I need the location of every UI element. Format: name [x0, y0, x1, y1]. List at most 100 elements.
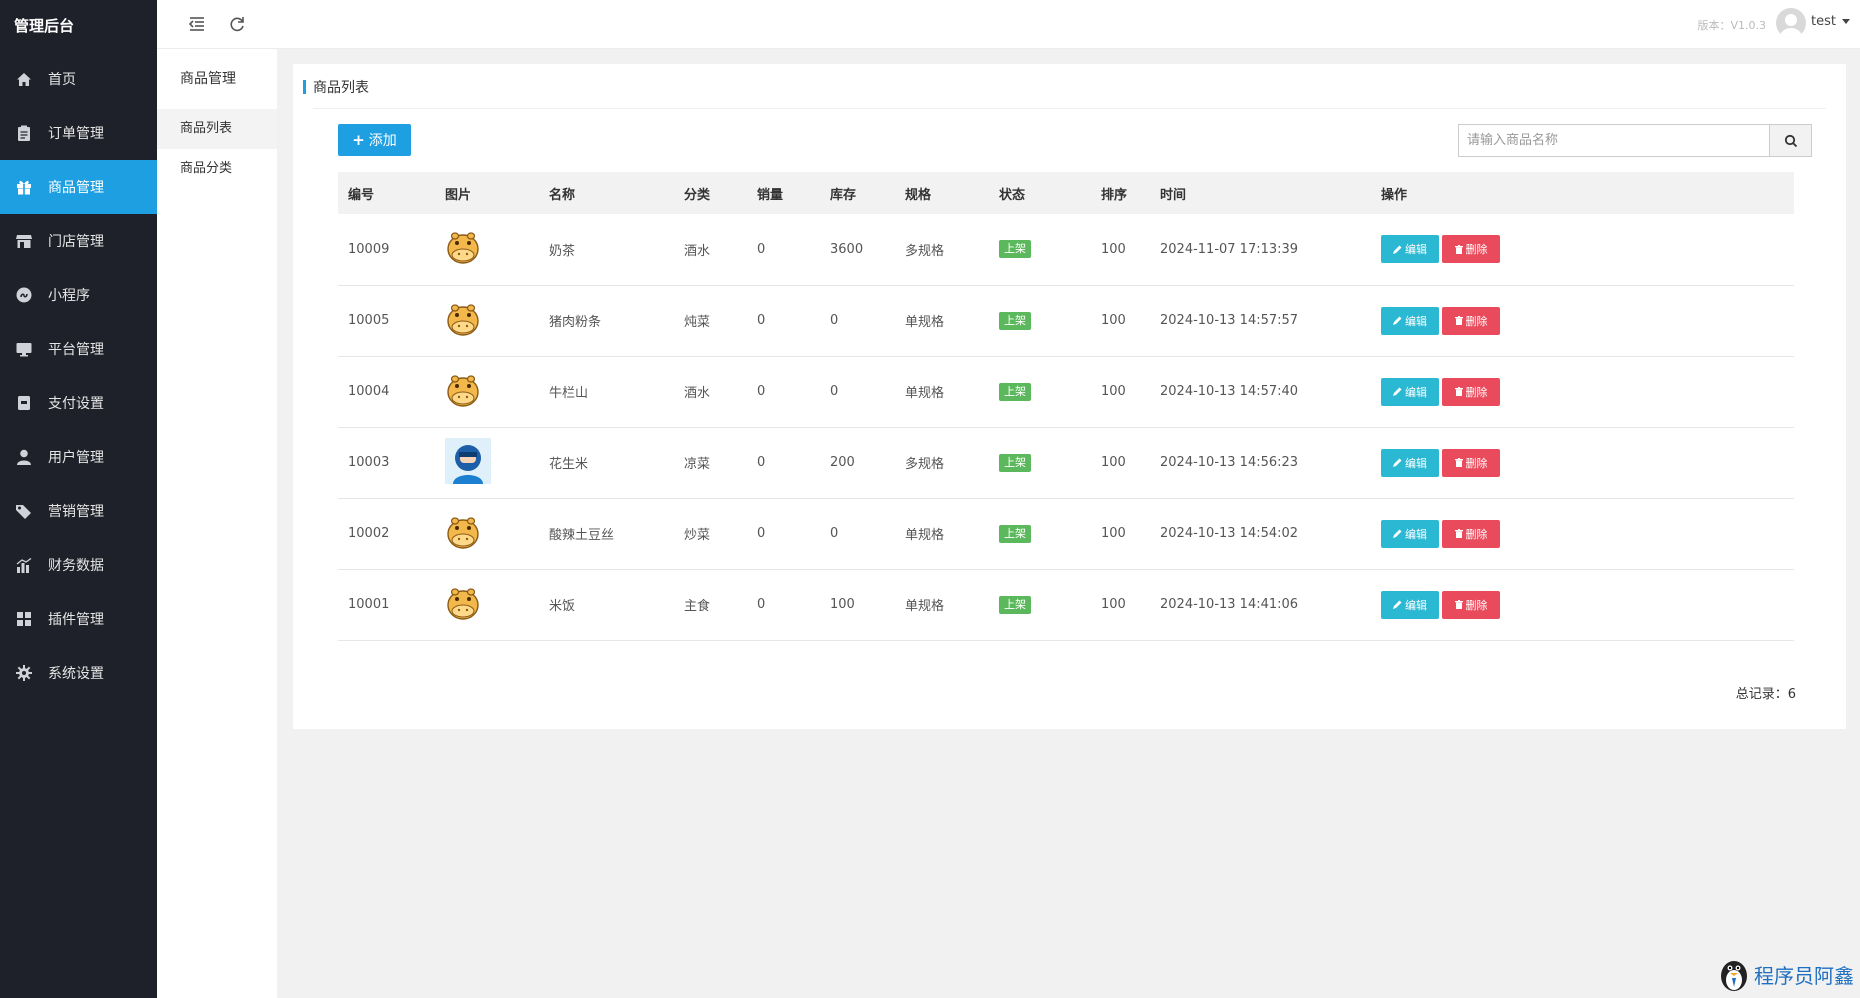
search-button[interactable] [1769, 125, 1811, 156]
delete-button[interactable]: 删除 [1442, 306, 1500, 335]
tag-icon [14, 502, 34, 520]
cell-actions: 编辑 删除 [1371, 214, 1794, 286]
edit-button[interactable]: 编辑 [1381, 377, 1439, 406]
product-table: 编号 图片 名称 分类 销量 库存 规格 状态 排序 时间 操作 10009 奶茶 酒水 0 360… [338, 172, 1794, 641]
status-badge[interactable]: 上架 [999, 453, 1031, 472]
submenu: 商品管理 商品列表 商品分类 [157, 49, 277, 998]
status-badge[interactable]: 上架 [999, 240, 1031, 259]
watermark-text: 程序员阿鑫 [1754, 963, 1854, 988]
sidebar-item-label: 平台管理 [48, 342, 104, 358]
add-product-button[interactable]: + 添加 [338, 124, 411, 156]
collapse-menu-icon[interactable] [187, 14, 207, 34]
edit-button[interactable]: 编辑 [1381, 306, 1439, 335]
column-header: 状态 [989, 172, 1091, 214]
table-row: 10005 猪肉粉条 炖菜 0 0 单规格 上架 100 2024-10-13 … [338, 285, 1794, 357]
table-row: 10003 花生米 凉菜 0 200 多规格 上架 100 2024-10-13… [338, 427, 1794, 499]
status-badge[interactable]: 上架 [999, 524, 1031, 543]
delete-button[interactable]: 删除 [1442, 235, 1500, 264]
cell-stock: 200 [820, 427, 895, 499]
gift-icon [14, 178, 34, 196]
sidebar-item-label: 订单管理 [48, 126, 104, 142]
edit-button[interactable]: 编辑 [1381, 519, 1439, 548]
status-badge[interactable]: 上架 [999, 311, 1031, 330]
sidebar-item-label: 首页 [48, 72, 76, 88]
submenu-item-0[interactable]: 商品列表 [157, 109, 277, 149]
cell-status: 上架 [989, 569, 1091, 641]
user-name[interactable]: test [1811, 14, 1836, 29]
sidebar-item-8[interactable]: 营销管理 [0, 484, 157, 538]
add-button-label: 添加 [368, 133, 397, 149]
delete-button[interactable]: 删除 [1442, 448, 1500, 477]
panel-header: 商品列表 [303, 64, 1826, 109]
sidebar-item-3[interactable]: 门店管理 [0, 214, 157, 268]
cell-id: 10005 [338, 285, 435, 357]
cell-spec: 单规格 [895, 569, 989, 641]
user-avatar[interactable] [1776, 8, 1806, 38]
edit-button[interactable]: 编辑 [1381, 235, 1439, 264]
cell-name: 花生米 [539, 427, 674, 499]
delete-button[interactable]: 删除 [1442, 519, 1500, 548]
refresh-icon[interactable] [227, 14, 247, 34]
sidebar-item-11[interactable]: 系统设置 [0, 646, 157, 700]
gear-icon [14, 664, 34, 682]
cell-name: 猪肉粉条 [539, 285, 674, 357]
sidebar-item-label: 小程序 [48, 288, 90, 304]
edit-label: 编辑 [1405, 314, 1427, 328]
cell-stock: 0 [820, 285, 895, 357]
cell-spec: 单规格 [895, 285, 989, 357]
cell-category: 主食 [674, 569, 747, 641]
sidebar-item-2[interactable]: 商品管理 [0, 160, 157, 214]
bar-chart-icon [14, 556, 34, 574]
cell-sales: 0 [747, 214, 820, 286]
product-thumbnail [445, 437, 491, 488]
edit-label: 编辑 [1405, 456, 1427, 470]
sidebar-item-10[interactable]: 插件管理 [0, 592, 157, 646]
cell-stock: 0 [820, 498, 895, 570]
search-input[interactable] [1459, 125, 1769, 156]
puzzle-icon [14, 610, 34, 628]
column-header: 库存 [820, 172, 895, 214]
cell-time: 2024-10-13 14:57:40 [1150, 356, 1371, 428]
cell-sort: 100 [1091, 285, 1150, 357]
product-thumbnail [445, 301, 481, 341]
column-header: 规格 [895, 172, 989, 214]
monitor-icon [14, 340, 34, 358]
pencil-icon [1393, 387, 1402, 396]
column-header: 图片 [435, 172, 539, 214]
watermark: 程序员阿鑫 [1718, 956, 1854, 992]
product-list-panel: 商品列表 + 添加 编号图片名称分类销量库存规格状态排序时间操作 10009 奶… [293, 64, 1846, 729]
edit-button[interactable]: 编辑 [1381, 590, 1439, 619]
cell-image [435, 569, 539, 641]
miniprogram-icon [14, 286, 34, 304]
trash-icon [1454, 316, 1463, 325]
submenu-item-1[interactable]: 商品分类 [157, 149, 277, 189]
sidebar-item-label: 用户管理 [48, 450, 104, 466]
total-records: 总记录：6 [1735, 687, 1796, 702]
sidebar: 管理后台 首页 订单管理 商品管理 门店管理 小程序 平台管理 支付设置 用户管… [0, 0, 157, 998]
product-thumbnail [445, 229, 481, 269]
sidebar-item-5[interactable]: 平台管理 [0, 322, 157, 376]
submenu-list: 商品列表 商品分类 [157, 109, 277, 189]
user-icon [14, 448, 34, 466]
cell-spec: 单规格 [895, 356, 989, 428]
status-badge[interactable]: 上架 [999, 595, 1031, 614]
edit-button[interactable]: 编辑 [1381, 448, 1439, 477]
cell-name: 酸辣土豆丝 [539, 498, 674, 570]
cell-id: 10004 [338, 356, 435, 428]
cell-actions: 编辑 删除 [1371, 285, 1794, 357]
cell-sort: 100 [1091, 498, 1150, 570]
chevron-down-icon[interactable] [1842, 19, 1850, 24]
delete-button[interactable]: 删除 [1442, 590, 1500, 619]
sidebar-item-4[interactable]: 小程序 [0, 268, 157, 322]
sidebar-item-1[interactable]: 订单管理 [0, 106, 157, 160]
sidebar-item-label: 商品管理 [48, 180, 104, 196]
delete-button[interactable]: 删除 [1442, 377, 1500, 406]
sidebar-item-0[interactable]: 首页 [0, 52, 157, 106]
sidebar-item-9[interactable]: 财务数据 [0, 538, 157, 592]
product-thumbnail [445, 372, 481, 412]
cell-name: 牛栏山 [539, 356, 674, 428]
status-badge[interactable]: 上架 [999, 382, 1031, 401]
sidebar-item-6[interactable]: 支付设置 [0, 376, 157, 430]
cell-sales: 0 [747, 356, 820, 428]
sidebar-item-7[interactable]: 用户管理 [0, 430, 157, 484]
